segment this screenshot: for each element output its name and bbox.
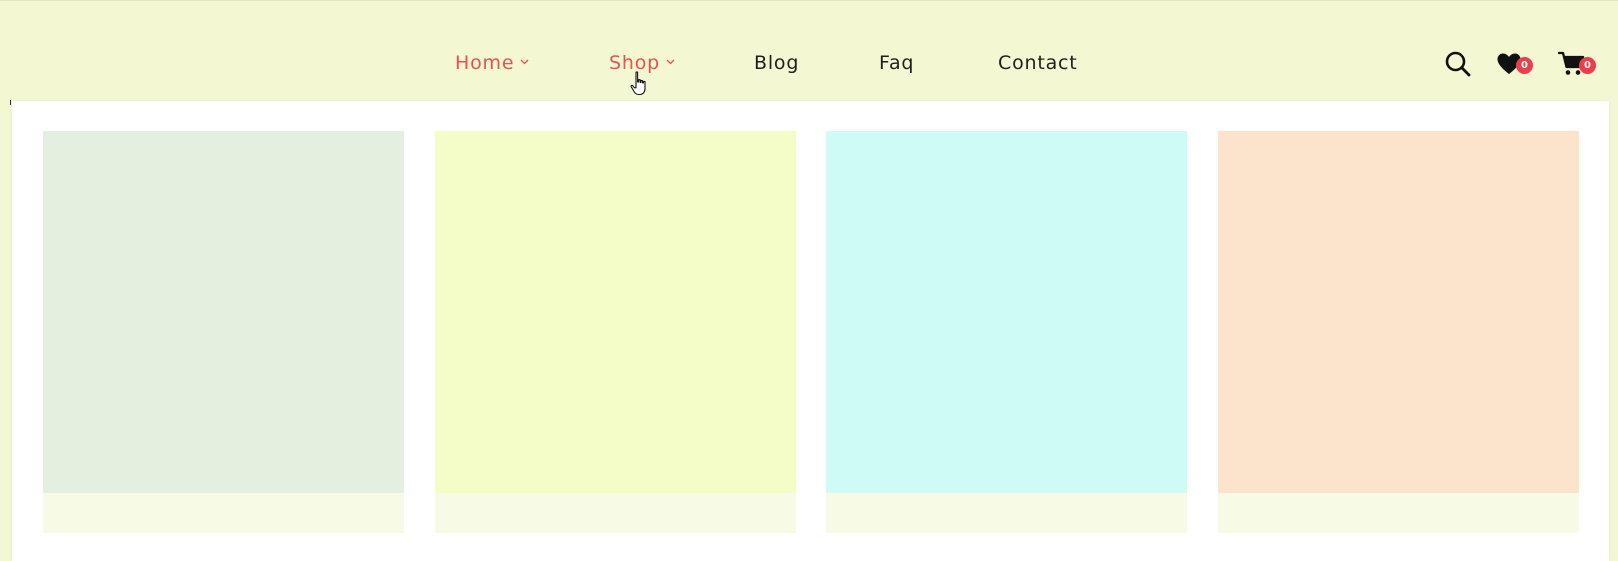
cart-count-badge: 0 <box>1579 57 1596 74</box>
main-nav: Home Shop Blog Faq Contact <box>0 49 1618 79</box>
search-icon <box>1445 51 1471 77</box>
card-image <box>826 131 1187 493</box>
shop-menu-card[interactable] <box>1218 131 1579 533</box>
card-caption <box>435 493 796 533</box>
search-button[interactable] <box>1444 50 1472 78</box>
nav-item-label: Blog <box>754 52 800 74</box>
cart-button[interactable]: 0 <box>1558 51 1600 79</box>
hand-cursor-icon <box>630 71 646 96</box>
chevron-down-icon <box>520 59 529 64</box>
nav-item-blog[interactable]: Blog <box>754 49 799 77</box>
site-header: Home Shop Blog Faq Contact 0 0 <box>0 0 1618 101</box>
card-image <box>435 131 796 493</box>
chevron-down-icon <box>666 59 675 64</box>
nav-item-label: Home <box>455 52 515 74</box>
nav-item-label: Faq <box>879 52 915 74</box>
nav-item-home[interactable]: Home <box>455 49 529 77</box>
wishlist-count-badge: 0 <box>1516 57 1533 74</box>
nav-item-faq[interactable]: Faq <box>879 49 914 77</box>
shop-menu-card[interactable] <box>43 131 404 533</box>
card-image <box>1218 131 1579 493</box>
wishlist-button[interactable]: 0 <box>1496 51 1536 79</box>
shop-mega-menu <box>12 101 1609 561</box>
nav-item-contact[interactable]: Contact <box>998 49 1078 77</box>
card-caption <box>1218 493 1579 533</box>
card-image <box>43 131 404 493</box>
dropdown-edge-mark <box>10 100 11 105</box>
card-caption <box>826 493 1187 533</box>
nav-item-label: Contact <box>998 52 1078 74</box>
card-caption <box>43 493 404 533</box>
shop-menu-card[interactable] <box>826 131 1187 533</box>
shop-menu-card[interactable] <box>435 131 796 533</box>
